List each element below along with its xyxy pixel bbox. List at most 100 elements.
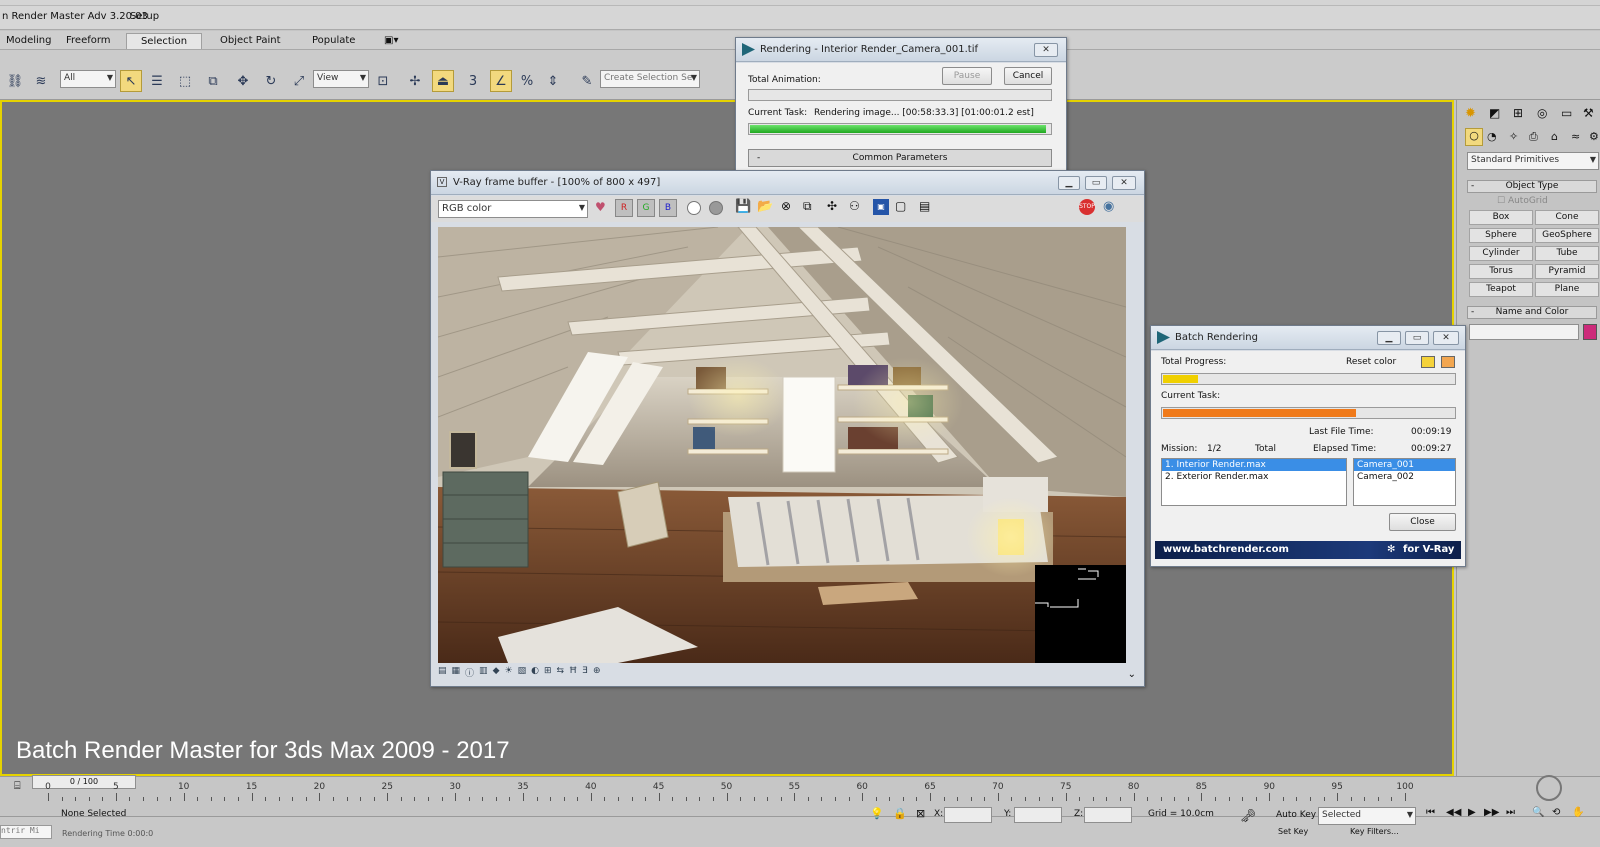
color-picker-icon[interactable]: ♥ [595,200,606,214]
display-correction-icon[interactable]: ▤ [438,666,447,680]
autogrid-checkbox[interactable]: ☐ AutoGrid [1497,196,1548,206]
camera-list[interactable]: Camera_001 Camera_002 [1353,458,1456,506]
blue-channel-icon[interactable]: B [659,199,677,217]
info-icon[interactable]: ⓘ [465,666,474,680]
mono-channel-icon[interactable] [709,201,723,215]
load-image-icon[interactable]: 📂 [757,199,773,214]
play-icon[interactable]: ▶ [1468,807,1476,818]
systems-icon[interactable]: ⚙ [1589,130,1599,143]
display-tab-icon[interactable]: ▭ [1561,106,1572,120]
percent-snap-icon[interactable]: % [516,70,538,92]
link-to-render-icon[interactable]: ▣ [873,199,889,215]
render-icon[interactable]: ◉ [1103,199,1114,214]
helpers-icon[interactable]: ⌂ [1551,130,1558,143]
cone-button[interactable]: Cone [1535,210,1599,225]
move-icon[interactable]: ✥ [232,70,254,92]
last-render-icon[interactable]: ▤ [919,199,930,213]
track-mouse-icon[interactable]: ✣ [827,199,837,213]
h-wipe-icon[interactable]: Ħ [569,666,577,680]
tab-populate[interactable]: Populate [306,33,361,49]
create-tab-icon[interactable]: ✹ [1465,106,1476,121]
modify-tab-icon[interactable]: ◩ [1489,106,1500,120]
select-by-name-icon[interactable]: ☰ [146,70,168,92]
lights-icon[interactable]: ✧ [1509,130,1518,143]
tube-button[interactable]: Tube [1535,246,1599,261]
set-key-button[interactable]: Set Key [1278,827,1308,836]
setup-menu[interactable]: Setup [130,11,159,22]
teapot-button[interactable]: Teapot [1469,282,1533,297]
lut-icon[interactable]: ▧ [518,666,527,680]
ref-coord-dropdown[interactable]: View ▼ [313,70,369,88]
lock-icon[interactable]: 🔒 [893,807,907,820]
maxscript-listener[interactable]: ntrir Mi [0,825,52,839]
torus-button[interactable]: Torus [1469,264,1533,279]
compare-icon[interactable]: ⇆ [556,666,564,680]
object-name-field[interactable] [1469,324,1579,340]
go-to-end-icon[interactable]: ⏭ [1506,807,1515,818]
z-coordinate-field[interactable] [1084,807,1132,823]
alpha-channel-icon[interactable] [687,201,701,215]
angle-snap-icon[interactable]: ∠ [490,70,512,92]
rect-selection-icon[interactable]: ⬚ [174,70,196,92]
scale-icon[interactable]: ⤢ [288,70,310,92]
channel-dropdown[interactable]: RGB color ▼ [438,200,588,218]
ribbon-options-icon[interactable]: ▣▾ [378,33,404,49]
duplicate-vfb-icon[interactable]: ⧉ [803,199,812,214]
hierarchy-tab-icon[interactable]: ⊞ [1513,106,1523,120]
list-item[interactable]: 1. Interior Render.max [1162,459,1346,471]
ocio-icon[interactable]: ◐ [531,666,539,680]
link-icon[interactable]: ⛓ [4,70,26,92]
edit-named-sets-icon[interactable]: ✎ [576,70,598,92]
file-list[interactable]: 1. Interior Render.max 2. Exterior Rende… [1161,458,1347,506]
key-icon[interactable]: 🗝 [1240,809,1257,824]
shapes-icon[interactable]: ◔ [1487,130,1497,143]
batch-titlebar[interactable]: Batch Rendering ▁ ▭ ✕ [1151,326,1465,350]
color-levels-icon[interactable]: ▥ [479,666,488,680]
zoom-icon[interactable]: ⊕ [593,666,601,680]
curve-icon[interactable]: ◆ [493,666,500,680]
green-channel-icon[interactable]: G [637,199,655,217]
progress-color-swatch-1[interactable] [1421,356,1435,368]
geometry-icon[interactable]: ○ [1465,128,1483,146]
box-button[interactable]: Box [1469,210,1533,225]
go-to-start-icon[interactable]: ⏮ [1426,807,1435,818]
clear-image-icon[interactable]: ⊗ [781,199,791,213]
viewcube-nav-icon[interactable] [1536,775,1562,801]
stop-render-icon[interactable]: STOP [1079,199,1095,215]
object-color-swatch[interactable] [1583,324,1597,340]
footer-url[interactable]: www.batchrender.com [1163,544,1289,555]
key-filters-button[interactable]: Key Filters... [1350,827,1399,836]
exposure-icon[interactable]: ☀ [504,666,512,680]
pivot-center-icon[interactable]: ⊡ [372,70,394,92]
select-object-icon[interactable]: ↖ [120,70,142,92]
pause-button[interactable]: Pause [942,67,992,85]
close-icon[interactable]: ✕ [1433,331,1459,345]
tab-freeform[interactable]: Freeform [60,33,117,49]
cancel-button[interactable]: Cancel [1004,67,1052,85]
geosphere-button[interactable]: GeoSphere [1535,228,1599,243]
close-icon[interactable]: ✕ [1112,176,1136,190]
vfb-titlebar[interactable]: V V-Ray frame buffer - [100% of 800 x 49… [431,171,1144,195]
name-color-rollout[interactable]: - Name and Color [1467,306,1597,319]
list-item[interactable]: Camera_002 [1354,471,1455,483]
red-channel-icon[interactable]: R [615,199,633,217]
y-coordinate-field[interactable] [1014,807,1062,823]
pyramid-button[interactable]: Pyramid [1535,264,1599,279]
save-image-icon[interactable]: 💾 [735,199,751,214]
rendering-dialog-titlebar[interactable]: Rendering - Interior Render_Camera_001.t… [736,38,1066,62]
v-wipe-icon[interactable]: Ǝ [582,666,588,680]
close-icon[interactable]: ✕ [1034,43,1058,57]
zoom-icon[interactable]: 🔍 [1532,807,1544,818]
region-render-icon[interactable]: ⚇ [849,199,860,213]
spinner-snap-icon[interactable]: ⇕ [542,70,564,92]
absolute-mode-icon[interactable]: ⊠ [916,807,925,820]
tab-object-paint[interactable]: Object Paint [214,33,287,49]
auto-key-button[interactable]: Auto Key [1276,810,1316,820]
x-coordinate-field[interactable] [944,807,992,823]
list-item[interactable]: Camera_001 [1354,459,1455,471]
progress-color-swatch-2[interactable] [1441,356,1455,368]
selection-filter-dropdown[interactable]: All ▼ [60,70,116,88]
reset-color-label[interactable]: Reset color [1346,357,1396,367]
keyboard-shortcut-icon[interactable]: ⏏ [432,70,454,92]
plane-button[interactable]: Plane [1535,282,1599,297]
